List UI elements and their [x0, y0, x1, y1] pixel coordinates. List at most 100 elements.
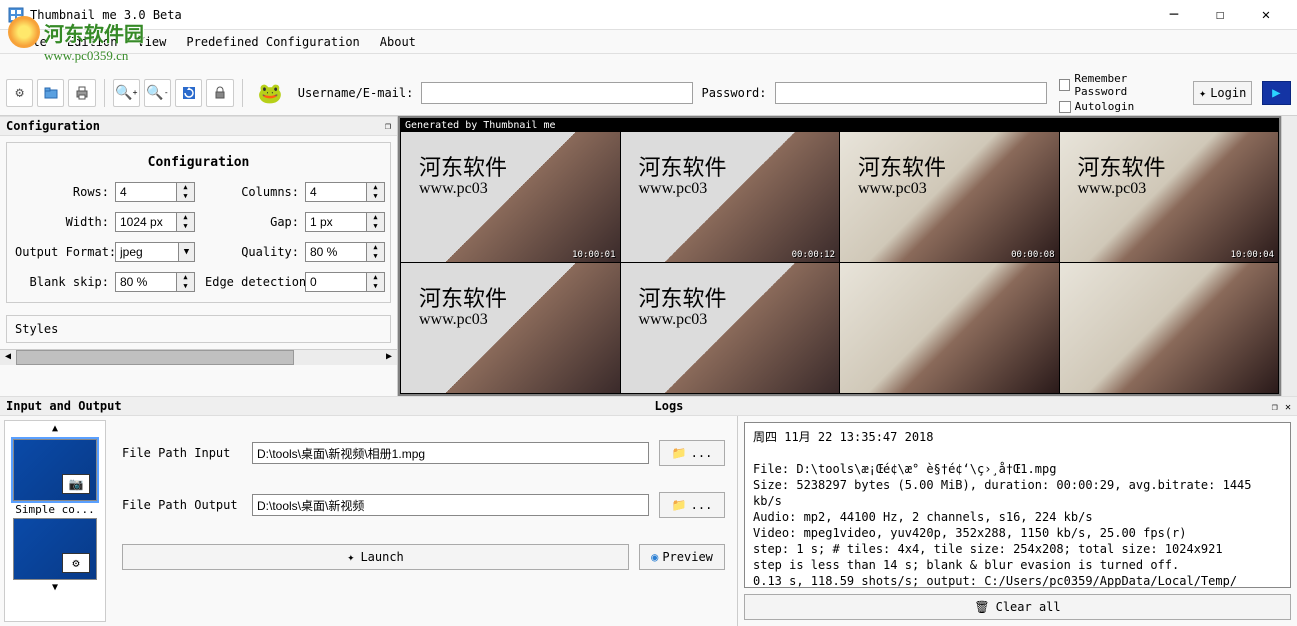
window-title: Thumbnail me 3.0 Beta [30, 8, 1151, 22]
toolbar-separator-1 [104, 79, 105, 107]
sub-url-line [0, 54, 1297, 70]
quality-label: Quality: [205, 245, 305, 259]
config-heading: Configuration [15, 155, 382, 170]
clear-all-button[interactable]: 🗑Clear all [744, 594, 1291, 620]
mode-simple[interactable]: 📷 [13, 439, 97, 501]
thumbnail-1: 河东软件www.pc0310:00:01 [401, 132, 620, 262]
output-format-combo[interactable]: ▼ [115, 242, 195, 262]
configuration-panel: Configuration ❐ Configuration Rows: ▲▼ C… [0, 116, 398, 396]
password-label: Password: [701, 86, 766, 100]
rows-label: Rows: [15, 185, 115, 199]
wand-icon: ✦ [1199, 86, 1206, 100]
remember-password-checkbox[interactable]: Remember Password [1059, 72, 1184, 98]
input-path-field[interactable] [252, 442, 649, 464]
styles-group: Styles [6, 315, 391, 343]
thumbnail-3: 河东软件www.pc0300:00:08 [840, 132, 1059, 262]
browse-output-button[interactable]: 📁... [659, 492, 725, 518]
generated-by-label: Generated by Thumbnail me [401, 119, 1278, 132]
lock-icon[interactable] [206, 79, 233, 107]
blank-skip-label: Blank skip: [15, 275, 115, 289]
refresh-blue-icon[interactable] [175, 79, 202, 107]
settings-icon[interactable]: ⚙ [6, 79, 33, 107]
logs-undock-icon[interactable]: ❐ [1272, 402, 1278, 413]
menu-predefined-config[interactable]: Predefined Configuration [176, 31, 369, 53]
launch-button[interactable]: ✦Launch [122, 544, 629, 570]
thumbnail-2: 河东软件www.pc0300:00:12 [621, 132, 840, 262]
logs-close-icon[interactable]: ✕ [1285, 402, 1291, 413]
play-button[interactable]: ▶ [1262, 81, 1291, 105]
mode-scroll-up[interactable]: ▲ [7, 423, 103, 437]
close-button[interactable]: ✕ [1243, 0, 1289, 30]
logs-panel: 周四 11月 22 13:35:47 2018 File: D:\tools\æ… [738, 416, 1297, 626]
thumbnail-4: 河东软件www.pc0310:00:04 [1060, 132, 1279, 262]
preview-area: Generated by Thumbnail me 河东软件www.pc0310… [398, 116, 1297, 396]
zoom-in-icon[interactable]: 🔍+ [113, 79, 140, 107]
launch-icon: ✦ [347, 550, 354, 564]
trash-icon: 🗑 [974, 600, 989, 614]
output-path-label: File Path Output [122, 498, 242, 512]
gear-icon: ⚙ [62, 553, 90, 573]
folder-blue-icon: 📁 [672, 446, 687, 460]
preview-scrollbar-v[interactable] [1281, 116, 1297, 396]
thumbnail-sheet: Generated by Thumbnail me 河东软件www.pc0310… [400, 118, 1279, 394]
username-label: Username/E-mail: [298, 86, 414, 100]
styles-heading: Styles [15, 322, 382, 336]
width-label: Width: [15, 215, 115, 229]
config-scrollbar-h[interactable]: ◀▶ [0, 349, 397, 365]
maximize-button[interactable]: ☐ [1197, 0, 1243, 30]
logs-textarea[interactable]: 周四 11月 22 13:35:47 2018 File: D:\tools\æ… [744, 422, 1291, 588]
output-format-label: Output Format: [15, 245, 115, 259]
width-spinner[interactable]: ▲▼ [115, 212, 195, 232]
print-icon[interactable] [68, 79, 95, 107]
mode-scroll-down[interactable]: ▼ [7, 582, 103, 596]
thumbnail-8 [1060, 263, 1279, 393]
quality-spinner[interactable]: ▲▼ [305, 242, 385, 262]
app-icon [8, 7, 24, 23]
menu-edition[interactable]: Edition [57, 31, 128, 53]
gap-label: Gap: [205, 215, 305, 229]
chevron-down-icon[interactable]: ▼ [178, 243, 194, 261]
menu-file[interactable]: File [8, 31, 57, 53]
password-input[interactable] [775, 82, 1047, 104]
gap-spinner[interactable]: ▲▼ [305, 212, 385, 232]
frog-icon: 🐸 [257, 81, 284, 105]
config-panel-title: Configuration ❐ [0, 116, 397, 136]
thumbnail-6: 河东软件www.pc03 [621, 263, 840, 393]
main-toolbar: ⚙ 🔍+ 🔍- 🐸 Username/E-mail: Password: Rem… [0, 70, 1297, 116]
logs-panel-title: Logs ❐ ✕ [649, 396, 1297, 416]
thumbnail-5: 河东软件www.pc03 [401, 263, 620, 393]
browse-input-button[interactable]: 📁... [659, 440, 725, 466]
columns-label: Columns: [205, 185, 305, 199]
preview-button[interactable]: ◉Preview [639, 544, 725, 570]
undock-icon[interactable]: ❐ [385, 121, 391, 132]
zoom-out-icon[interactable]: 🔍- [144, 79, 171, 107]
edge-detection-spinner[interactable]: ▲▼ [305, 272, 385, 292]
open-icon[interactable] [37, 79, 64, 107]
output-path-field[interactable] [252, 494, 649, 516]
rows-spinner[interactable]: ▲▼ [115, 182, 195, 202]
autologin-label: Autologin [1075, 100, 1135, 113]
io-panel-title: Input and Output [0, 396, 649, 416]
mode-selector: ▲ 📷 Simple co... ⚙ ▼ [4, 420, 106, 622]
input-path-label: File Path Input [122, 446, 242, 460]
edge-detection-label: Edge detection: [205, 275, 305, 289]
username-input[interactable] [421, 82, 693, 104]
columns-spinner[interactable]: ▲▼ [305, 182, 385, 202]
mode-advanced[interactable]: ⚙ [13, 518, 97, 580]
window-titlebar: Thumbnail me 3.0 Beta ─ ☐ ✕ [0, 0, 1297, 30]
menubar: File Edition View Predefined Configurati… [0, 30, 1297, 54]
autologin-checkbox[interactable]: Autologin [1059, 100, 1184, 113]
menu-about[interactable]: About [370, 31, 426, 53]
login-button[interactable]: ✦Login [1193, 81, 1251, 105]
folder-blue-icon: 📁 [672, 498, 687, 512]
camera-icon: 📷 [62, 474, 90, 494]
minimize-button[interactable]: ─ [1151, 0, 1197, 30]
configuration-group: Configuration Rows: ▲▼ Columns: ▲▼ Width… [6, 142, 391, 303]
thumbnail-7 [840, 263, 1059, 393]
blank-skip-spinner[interactable]: ▲▼ [115, 272, 195, 292]
remember-label: Remember Password [1074, 72, 1183, 98]
menu-view[interactable]: View [127, 31, 176, 53]
eye-icon: ◉ [651, 550, 658, 564]
io-panel: ▲ 📷 Simple co... ⚙ ▼ File Path Input 📁..… [0, 416, 738, 626]
mode-simple-label: Simple co... [13, 503, 97, 516]
